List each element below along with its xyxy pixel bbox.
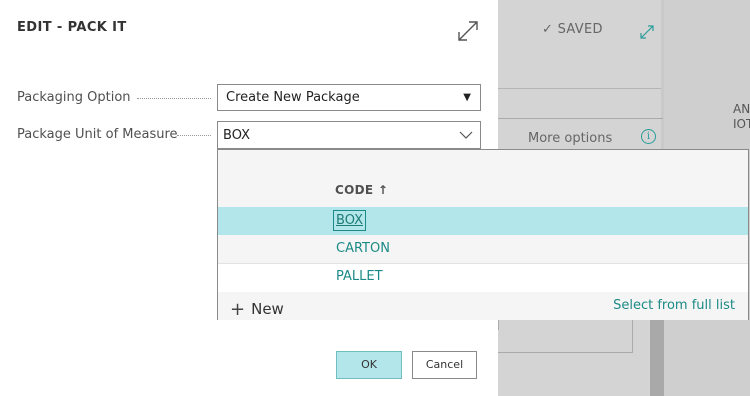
dropdown-arrow-icon: ▼ — [463, 92, 471, 103]
lookup-row-code: BOX — [333, 210, 366, 231]
packaging-option-select[interactable]: Create New Package ▼ — [217, 84, 481, 111]
lookup-row-code: PALLET — [336, 269, 383, 284]
code-column-header[interactable]: CODE ↑ — [335, 183, 388, 197]
field-leader-dots — [177, 135, 211, 136]
uom-lookup-dropdown: CODE ↑ BOX CARTON PALLET + New Select fro… — [217, 149, 749, 320]
new-label: New — [251, 300, 284, 318]
package-uom-value: BOX — [223, 128, 250, 143]
cancel-button[interactable]: Cancel — [412, 351, 477, 379]
plus-icon: + — [230, 299, 246, 320]
lookup-row-box[interactable]: BOX — [218, 207, 748, 235]
lookup-row-code: CARTON — [336, 241, 390, 256]
more-options-link: More options — [528, 131, 613, 146]
background-border — [498, 352, 633, 353]
package-uom-input[interactable]: BOX — [217, 121, 481, 149]
background-border — [632, 320, 633, 353]
dialog-title: EDIT - PACK IT — [17, 20, 127, 35]
chevron-down-icon[interactable] — [459, 129, 473, 141]
background-expand-icon — [640, 25, 654, 39]
background-column-header: AN IOT — [733, 102, 750, 131]
select-from-full-list-link[interactable]: Select from full list — [613, 298, 735, 313]
background-divider — [498, 88, 661, 89]
field-leader-dots — [137, 98, 211, 99]
expand-icon[interactable] — [457, 20, 479, 42]
info-icon: i — [641, 129, 656, 144]
lookup-footer: + New Select from full list — [218, 292, 748, 320]
lookup-header: CODE ↑ — [218, 150, 748, 207]
new-button[interactable]: + New — [230, 298, 284, 320]
lookup-row-carton[interactable]: CARTON — [218, 235, 748, 263]
packaging-option-value: Create New Package — [226, 90, 360, 105]
package-uom-label: Package Unit of Measure — [17, 127, 178, 142]
ok-button[interactable]: OK — [336, 351, 402, 379]
lookup-row-pallet[interactable]: PALLET — [218, 263, 748, 291]
packaging-option-label: Packaging Option — [17, 90, 131, 105]
saved-status: ✓ SAVED — [542, 22, 603, 37]
